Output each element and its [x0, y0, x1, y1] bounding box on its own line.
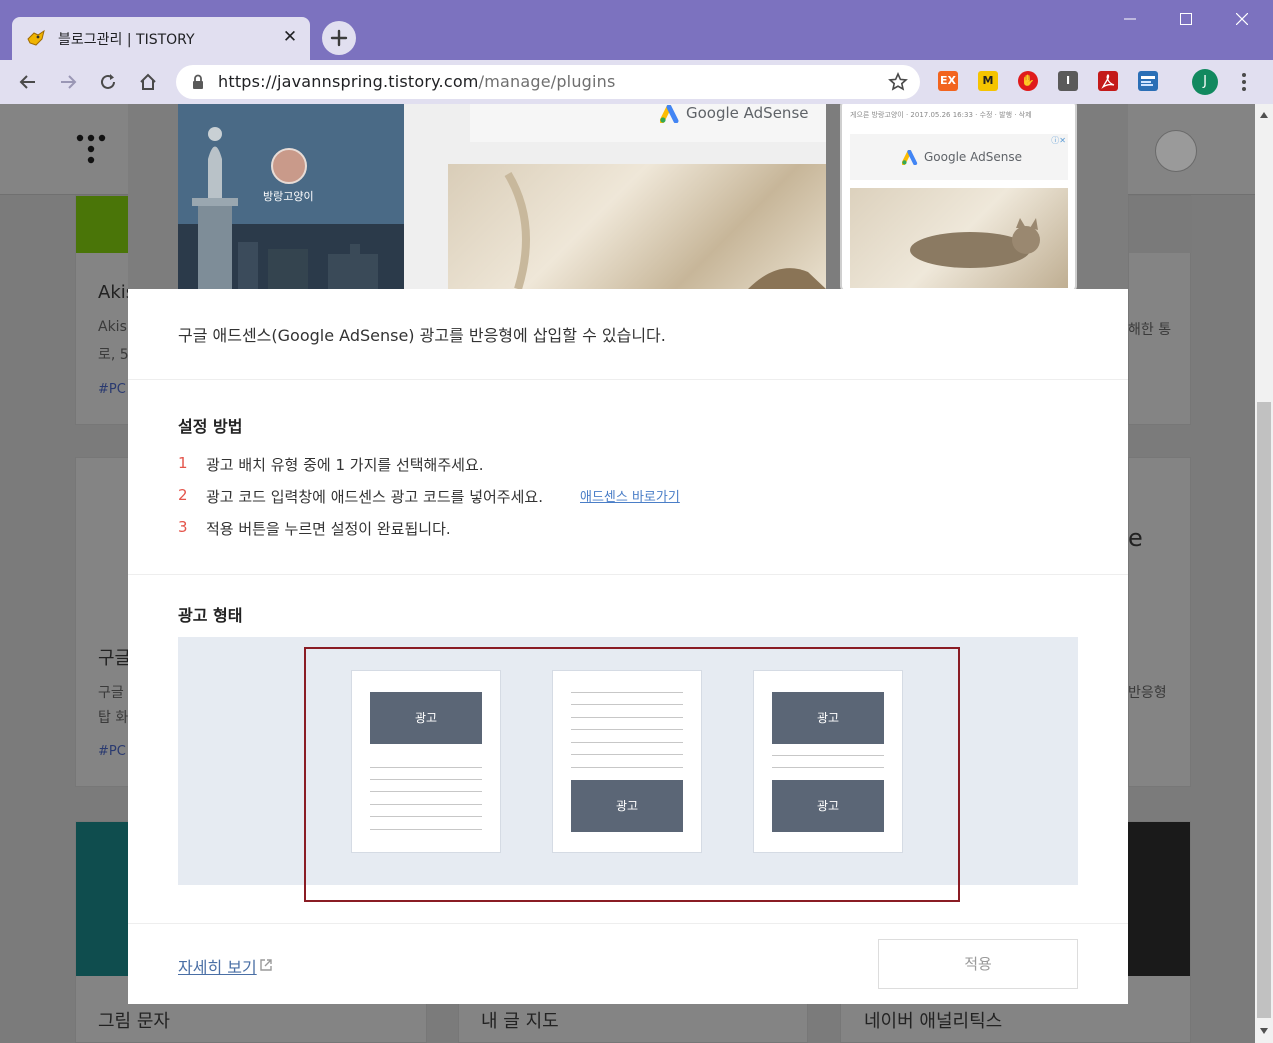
address-bar[interactable]: https://javannspring.tistory.com/manage/…: [176, 65, 920, 99]
step-number: 3: [178, 518, 188, 536]
reload-button[interactable]: [94, 68, 122, 96]
arrow-right-icon: [61, 75, 77, 89]
maximize-icon: [1180, 13, 1192, 25]
preview-profile-avatar: [271, 148, 307, 184]
tab-strip: 블로그관리 | TISTORY ✕: [0, 0, 1273, 60]
card-desc: 로, 5: [98, 347, 129, 363]
maximize-button[interactable]: [1166, 6, 1206, 34]
card-logo-text: e: [1128, 524, 1143, 552]
tab-title: 블로그관리 | TISTORY: [58, 32, 195, 48]
preview-nickname: 방랑고양이: [263, 190, 314, 203]
lock-icon: [193, 74, 203, 89]
section-divider: [128, 574, 1128, 575]
extension-m-icon[interactable]: M: [978, 71, 998, 91]
pdf-icon: [1101, 74, 1115, 89]
scroll-up-icon[interactable]: [1260, 112, 1268, 118]
plugin-settings-modal: 방랑고양이 Google AdSense 게으른 방랑고양이 · 2017.05…: [128, 104, 1128, 1004]
ad-type-title: 광고 형태: [178, 606, 243, 625]
user-avatar[interactable]: [1155, 130, 1197, 172]
card-tag: #PC: [98, 744, 126, 759]
card-title: 네이버 애널리틱스: [864, 1011, 1003, 1032]
card-desc: Akis: [98, 319, 127, 335]
section-divider: [128, 379, 1128, 380]
plugin-description: 구글 애드센스(Google AdSense) 광고를 반응형에 삽입할 수 있…: [178, 326, 666, 345]
minimize-icon: [1124, 18, 1136, 20]
preview-cat-photo: [448, 164, 826, 289]
extension-adblock-icon[interactable]: ✋: [1018, 71, 1038, 91]
card-desc: 반응형: [1128, 685, 1167, 701]
cat-illustration: [504, 171, 826, 289]
reload-icon: [101, 74, 115, 89]
preview-mobile-frame: 게으른 방랑고양이 · 2017.05.26 16:33 · 수정 · 발행 ·…: [840, 104, 1077, 289]
tab-close-icon[interactable]: ✕: [280, 27, 300, 47]
dictionary-icon: [1141, 76, 1155, 86]
adsense-shortcut-link[interactable]: 애드센스 바로가기: [580, 486, 680, 505]
card-desc: 해한 통: [1128, 322, 1172, 338]
extension-i-icon[interactable]: I: [1058, 71, 1078, 91]
preview-mobile-ad: ⓘ✕ Google AdSense: [850, 134, 1068, 180]
card-desc: 구글: [98, 685, 124, 701]
page-scrollbar[interactable]: [1255, 104, 1273, 1043]
plugin-preview-image: 방랑고양이 Google AdSense 게으른 방랑고양이 · 2017.05…: [128, 104, 1128, 289]
close-icon: [1236, 13, 1248, 25]
extension-dictionary-icon[interactable]: [1138, 71, 1158, 91]
step-text: 광고 코드 입력창에 애드센스 광고 코드를 넣어주세요.: [206, 488, 543, 506]
preview-post-meta: 게으른 방랑고양이 · 2017.05.26 16:33 · 수정 · 발행 ·…: [850, 111, 1032, 119]
minimize-button[interactable]: [1110, 6, 1150, 34]
card-thumbnail: [76, 196, 128, 253]
plugin-card[interactable]: [1128, 195, 1192, 425]
forward-button[interactable]: [54, 68, 82, 96]
more-vert-icon: [1242, 73, 1246, 91]
back-button[interactable]: [14, 68, 42, 96]
home-button[interactable]: [134, 68, 162, 96]
extension-ex-icon[interactable]: EX: [938, 71, 958, 91]
ad-type-selection-highlight: [304, 647, 960, 902]
url-text: https://javannspring.tistory.com/manage/…: [218, 72, 616, 91]
preview-blog-post: Google AdSense: [404, 104, 826, 289]
ad-close-icon: ⓘ✕: [1051, 136, 1066, 145]
preview-mobile-photo: [850, 188, 1068, 288]
card-desc: 탑 화: [98, 710, 129, 726]
scroll-thumb[interactable]: [1257, 402, 1271, 1018]
card-title: 내 글 지도: [481, 1011, 559, 1032]
adsense-label: Google AdSense: [686, 104, 809, 122]
details-link[interactable]: 자세히 보기: [178, 954, 257, 978]
external-link-icon[interactable]: [259, 958, 273, 972]
footer-divider: [128, 923, 1128, 924]
cat-illustration: [910, 218, 1040, 268]
tistory-favicon-icon: [27, 29, 45, 46]
step-text: 광고 배치 유형 중에 1 가지를 선택해주세요.: [206, 456, 484, 474]
plugin-card[interactable]: [1128, 457, 1191, 787]
scroll-down-icon[interactable]: [1260, 1028, 1268, 1034]
new-tab-button[interactable]: [322, 21, 356, 55]
card-title: 구글: [98, 648, 132, 669]
card-tag: #PC: [98, 382, 126, 397]
adsense-logo-icon: [902, 150, 918, 165]
browser-tab[interactable]: 블로그관리 | TISTORY ✕: [12, 17, 310, 60]
bookmark-star-icon[interactable]: [888, 72, 908, 92]
preview-ad-bar: Google AdSense: [470, 104, 826, 142]
home-icon: [140, 73, 156, 90]
step-number: 2: [178, 486, 188, 504]
adsense-logo-icon: [660, 105, 679, 123]
setup-title: 설정 방법: [178, 417, 243, 436]
apply-button[interactable]: 적용: [878, 939, 1078, 989]
arrow-left-icon: [19, 75, 35, 89]
close-window-button[interactable]: [1222, 6, 1262, 34]
step-text: 적용 버튼을 누르면 설정이 완료됩니다.: [206, 520, 451, 538]
step-number: 1: [178, 454, 188, 472]
extension-pdf-icon[interactable]: [1098, 71, 1118, 91]
adsense-label: Google AdSense: [924, 150, 1022, 164]
browser-toolbar: https://javannspring.tistory.com/manage/…: [0, 60, 1273, 104]
plus-icon: [330, 29, 348, 47]
preview-blog-sidebar: 방랑고양이: [178, 104, 404, 289]
browser-menu-button[interactable]: [1236, 71, 1252, 93]
tistory-logo-icon: [76, 134, 106, 164]
card-title: 그림 문자: [98, 1011, 170, 1032]
profile-avatar[interactable]: J: [1192, 69, 1218, 95]
